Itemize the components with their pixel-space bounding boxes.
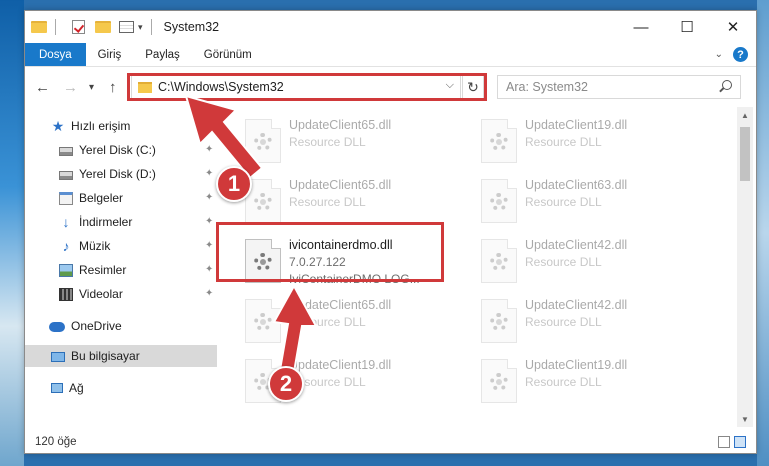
step-2-badge: 2 [268,366,304,402]
annotation-arrows [184,94,318,374]
arrow-2 [272,283,318,374]
arrow-2-shape [272,283,318,374]
arrow-1 [184,94,264,180]
arrow-1-shape [184,94,264,180]
step-1-badge: 1 [216,166,252,202]
